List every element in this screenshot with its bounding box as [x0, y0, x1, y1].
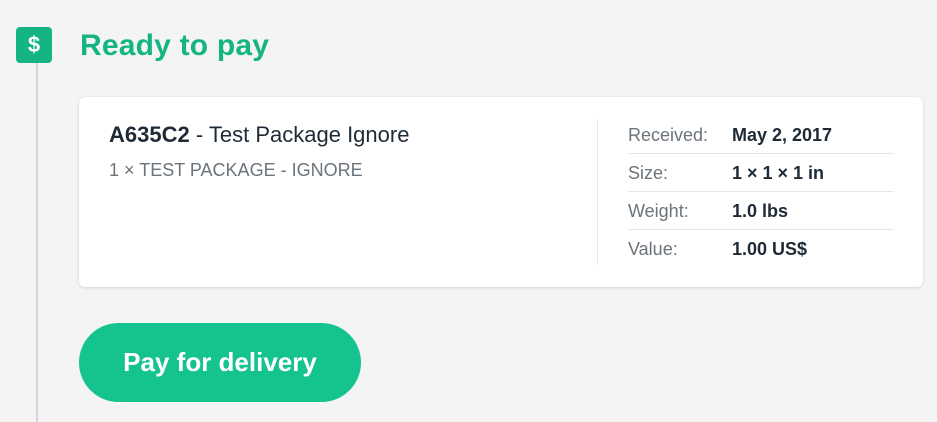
detail-row-value: Value: 1.00 US$: [628, 230, 893, 267]
detail-label: Value:: [628, 239, 678, 259]
detail-value: May 2, 2017: [732, 125, 833, 145]
package-title: A635C2 - Test Package Ignore: [109, 121, 409, 149]
detail-row-weight: Weight: 1.0 lbs: [628, 192, 893, 230]
detail-row-received: Received: May 2, 2017: [628, 116, 893, 154]
package-contents: 1 × TEST PACKAGE - IGNORE: [109, 160, 363, 180]
card-divider: [597, 119, 598, 265]
detail-value: 1.0 lbs: [732, 201, 789, 221]
package-card: A635C2 - Test Package Ignore 1 × TEST PA…: [79, 97, 923, 287]
detail-value: 1.00 US$: [732, 239, 808, 259]
detail-label: Received:: [628, 125, 709, 145]
package-details: Received: May 2, 2017 Size: 1 × 1 × 1 in…: [628, 116, 893, 267]
detail-label: Weight:: [628, 201, 689, 221]
package-title-separator: -: [189, 122, 209, 147]
detail-label: Size:: [628, 163, 669, 183]
detail-value: 1 × 1 × 1 in: [732, 163, 825, 183]
timeline-line: [36, 62, 38, 422]
package-code: A635C2: [109, 122, 190, 147]
pay-for-delivery-button[interactable]: Pay for delivery: [79, 323, 361, 402]
dollar-icon: $: [16, 27, 52, 63]
package-name: Test Package Ignore: [208, 122, 410, 147]
detail-row-size: Size: 1 × 1 × 1 in: [628, 154, 893, 192]
section-title: Ready to pay: [80, 29, 270, 62]
